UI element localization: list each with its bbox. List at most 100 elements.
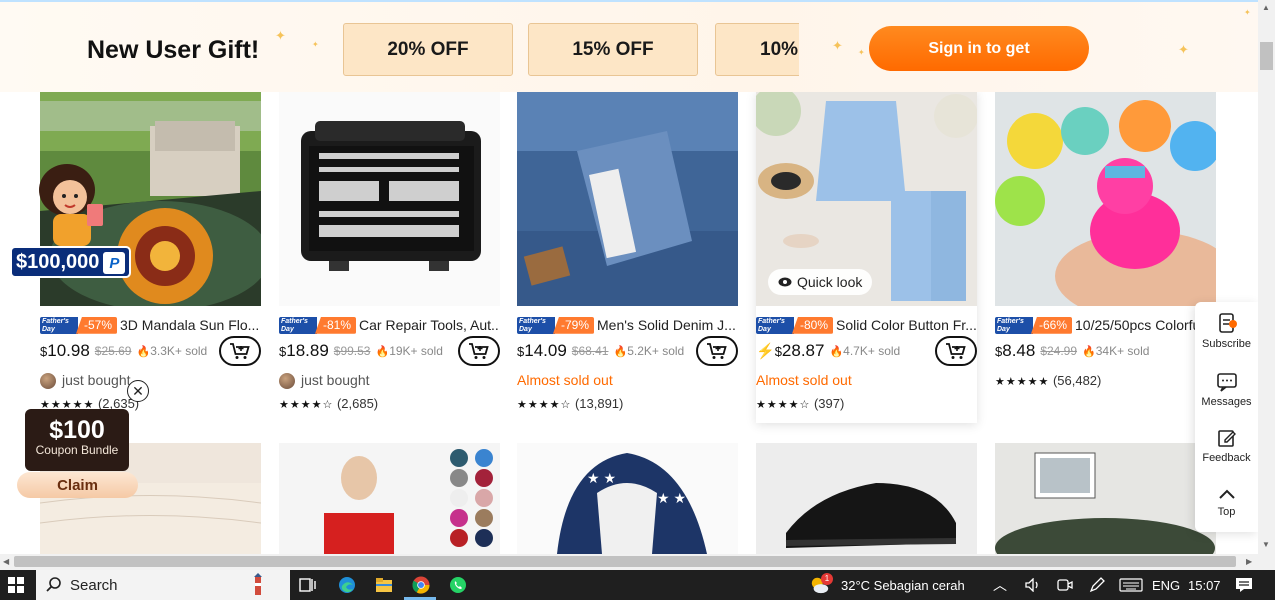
- scroll-right-arrow-icon[interactable]: ▶: [1246, 557, 1252, 566]
- coupon-chip-clip: 10%: [715, 23, 799, 76]
- scrollbar-thumb[interactable]: [1260, 42, 1273, 70]
- sparkle-icon: ✦: [312, 40, 319, 49]
- back-to-top-button[interactable]: Top: [1195, 486, 1258, 518]
- add-to-cart-button[interactable]: [219, 336, 261, 366]
- sparkle-icon: ✦: [858, 48, 865, 57]
- product-card[interactable]: Father's Day -81% Car Repair Tools, Aut... …: [279, 91, 500, 411]
- volume-icon[interactable]: [1023, 575, 1043, 595]
- sparkle-icon: ✦: [1178, 42, 1189, 57]
- product-title[interactable]: Car Repair Tools, Aut...: [359, 317, 500, 333]
- pen-icon[interactable]: [1087, 575, 1107, 595]
- sold-count: 🔥19K+ sold: [375, 344, 443, 358]
- coupon-chip: 10%: [715, 23, 799, 76]
- product-title-row[interactable]: Father's Day -80% Solid Color Button Fr...: [756, 316, 977, 334]
- cart-icon: [707, 343, 727, 359]
- product-image[interactable]: Quick look: [756, 91, 977, 306]
- product-card[interactable]: Father's Day -66% 10/25/50pcs Colorfu $8.48…: [995, 91, 1216, 388]
- product-card[interactable]: Father's Day -79% Men's Solid Denim J... $1…: [517, 91, 738, 411]
- chevron-up-icon: [1218, 489, 1235, 499]
- product-image[interactable]: [995, 91, 1216, 306]
- feedback-button[interactable]: Feedback: [1195, 428, 1258, 464]
- original-price: $25.69: [94, 344, 132, 358]
- product-title-row[interactable]: Father's Day -81% Car Repair Tools, Aut...: [279, 316, 500, 334]
- product-image[interactable]: [517, 91, 738, 306]
- meet-now-icon[interactable]: [1055, 575, 1075, 595]
- add-to-cart-button[interactable]: [935, 336, 977, 366]
- clock[interactable]: 15:07: [1188, 578, 1221, 593]
- chevron-up-icon[interactable]: ︿: [993, 575, 1007, 595]
- product-image[interactable]: [279, 91, 500, 306]
- language-indicator[interactable]: ENG: [1152, 578, 1180, 593]
- rating: ★★★★☆ (397): [756, 396, 845, 411]
- flame-icon: 🔥: [375, 346, 390, 358]
- add-to-cart-button[interactable]: [458, 336, 500, 366]
- scroll-left-arrow-icon[interactable]: ◀: [3, 557, 9, 566]
- eye-icon: [778, 277, 792, 287]
- keyboard-icon[interactable]: [1118, 575, 1144, 595]
- product-title-row[interactable]: Father's Day -79% Men's Solid Denim J...: [517, 316, 738, 334]
- whatsapp-icon[interactable]: [448, 575, 468, 595]
- browser-viewport: Father's Day -57% 3D Mandala Sun Flo... $10…: [0, 0, 1275, 570]
- original-price: $68.41: [571, 344, 609, 358]
- product-image[interactable]: [279, 443, 500, 554]
- product-title[interactable]: 3D Mandala Sun Flo...: [120, 317, 259, 333]
- product-image[interactable]: ★ ★ ★ ★: [517, 443, 738, 554]
- taskbar-search[interactable]: Search: [36, 570, 290, 600]
- cart-icon: [946, 343, 966, 359]
- coupon-chip: 15% OFF: [528, 23, 698, 76]
- sold-count: 🔥4.7K+ sold: [829, 344, 901, 358]
- sold-count: 🔥5.2K+ sold: [613, 344, 685, 358]
- paypal-icon: P: [103, 252, 126, 274]
- fathers-day-tag: Father's Day: [995, 316, 1033, 334]
- cash-gift-widget[interactable]: $100,000 P: [10, 162, 140, 282]
- chat-icon: [1216, 373, 1237, 392]
- product-price: $14.09: [517, 341, 567, 360]
- scroll-up-arrow-icon[interactable]: ▲: [1262, 3, 1270, 12]
- product-image[interactable]: [756, 443, 977, 554]
- close-icon[interactable]: ✕: [127, 380, 149, 402]
- scroll-down-arrow-icon[interactable]: ▼: [1262, 540, 1270, 549]
- horizontal-scrollbar[interactable]: ◀ ▶: [0, 554, 1258, 570]
- stock-status: Almost sold out: [756, 372, 852, 388]
- messages-button[interactable]: Messages: [1195, 372, 1258, 408]
- product-card[interactable]: Quick look Father's Day -80% Solid Color Bu…: [756, 91, 977, 423]
- svg-text:★ ★: ★ ★: [657, 490, 686, 506]
- fathers-day-tag: Father's Day: [756, 316, 794, 334]
- task-view-icon[interactable]: [298, 575, 318, 595]
- subscribe-button[interactable]: Subscribe: [1195, 312, 1258, 350]
- coupon-label: Coupon Bundle: [35, 443, 119, 457]
- cart-icon: [469, 343, 489, 359]
- product-title-row[interactable]: Father's Day -66% 10/25/50pcs Colorfu: [995, 316, 1216, 334]
- original-price: $99.53: [333, 344, 371, 358]
- banner-title: New User Gift!: [87, 36, 260, 64]
- product-title[interactable]: Men's Solid Denim J...: [597, 317, 736, 333]
- weather-text[interactable]: 32°C Sebagian cerah: [841, 578, 965, 593]
- product-title-row[interactable]: Father's Day -57% 3D Mandala Sun Flo...: [40, 316, 261, 334]
- file-explorer-icon[interactable]: [374, 575, 394, 595]
- product-price: $10.98: [40, 341, 90, 360]
- start-button[interactable]: [0, 570, 32, 600]
- vertical-scrollbar[interactable]: ▲ ▼: [1258, 0, 1275, 570]
- fathers-day-tag: Father's Day: [40, 316, 78, 334]
- add-to-cart-button[interactable]: [696, 336, 738, 366]
- claim-button[interactable]: Claim: [17, 472, 138, 498]
- sign-in-button[interactable]: Sign in to get: [869, 26, 1089, 71]
- product-price: $28.87: [774, 341, 825, 360]
- product-image[interactable]: [995, 443, 1216, 554]
- sparkle-icon: ✦: [1244, 8, 1251, 17]
- quick-look-button[interactable]: Quick look: [768, 269, 873, 295]
- price-row: $8.48 $24.99 🔥34K+ sold: [995, 341, 1216, 367]
- star-rating-icon: ★★★★☆: [517, 399, 572, 411]
- discount-badge: -79%: [553, 316, 595, 334]
- product-title[interactable]: Solid Color Button Fr...: [836, 317, 977, 333]
- chrome-browser-icon[interactable]: [411, 575, 431, 595]
- coupon-bundle-card[interactable]: $100 Coupon Bundle: [25, 409, 129, 471]
- notification-center-icon[interactable]: [1234, 575, 1254, 595]
- gift-amount-badge[interactable]: $100,000 P: [10, 246, 132, 278]
- sold-count: 🔥34K+ sold: [1082, 344, 1150, 358]
- product-title[interactable]: 10/25/50pcs Colorfu: [1075, 317, 1200, 333]
- sparkle-icon: ✦: [275, 28, 286, 43]
- edge-browser-icon[interactable]: [337, 575, 357, 595]
- coupon-bundle-widget[interactable]: ✕ $100 Coupon Bundle Claim: [17, 380, 149, 500]
- scrollbar-thumb[interactable]: [14, 556, 1236, 567]
